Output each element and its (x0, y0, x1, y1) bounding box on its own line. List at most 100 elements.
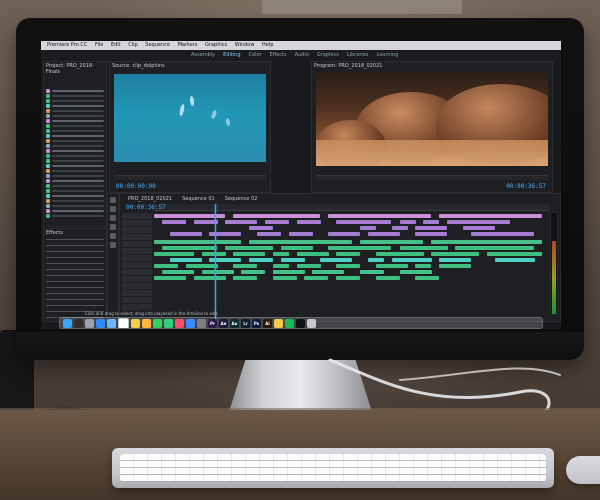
project-item[interactable] (46, 89, 104, 93)
mouse[interactable] (566, 456, 600, 484)
dock-app-icon[interactable] (296, 318, 305, 328)
timeline-clip[interactable] (400, 246, 448, 250)
timeline-clip[interactable] (297, 220, 321, 224)
project-item[interactable] (46, 184, 104, 188)
timeline-clip[interactable] (368, 232, 400, 236)
menu-item[interactable]: Sequence (145, 42, 170, 48)
playhead[interactable] (215, 204, 216, 319)
track-header[interactable] (122, 241, 152, 247)
timeline-clip[interactable] (312, 270, 344, 274)
timeline-clip[interactable] (376, 276, 400, 280)
track-header[interactable] (122, 220, 152, 226)
program-timecode[interactable]: 00:00:36:57 (506, 183, 546, 190)
project-item[interactable] (46, 149, 104, 153)
timeline-clip[interactable] (336, 276, 360, 280)
menu-item[interactable]: Help (262, 42, 273, 48)
timeline-timecode[interactable]: 00:00:36:57 (126, 204, 166, 211)
timeline-clip[interactable] (431, 252, 479, 256)
timeline-clip[interactable] (336, 264, 360, 268)
keyboard-keys[interactable] (120, 454, 546, 482)
timeline-clip[interactable] (447, 220, 510, 224)
project-item[interactable] (46, 189, 104, 193)
timeline-clip[interactable] (360, 270, 384, 274)
project-item[interactable] (46, 119, 104, 123)
timeline-clip[interactable] (154, 240, 241, 244)
menu-item[interactable]: File (95, 42, 103, 48)
tool-icon[interactable] (110, 224, 116, 230)
dock-app-icon[interactable] (197, 318, 206, 328)
timeline-clip[interactable] (249, 240, 352, 244)
dock-app-icon[interactable] (307, 318, 316, 328)
timeline-clip[interactable] (162, 246, 217, 250)
track-header[interactable] (122, 269, 152, 275)
timeline-clip[interactable] (400, 270, 432, 274)
menu-item[interactable]: Markers (178, 42, 198, 48)
project-item[interactable] (46, 164, 104, 168)
timeline-clip[interactable] (154, 276, 186, 280)
program-video-frame[interactable] (316, 72, 548, 166)
track-header[interactable] (122, 213, 152, 219)
timeline-clip[interactable] (202, 270, 234, 274)
project-item[interactable] (46, 114, 104, 118)
dock-app-icon[interactable] (118, 318, 129, 328)
timeline-clip[interactable] (495, 258, 535, 262)
dock-app-icon[interactable]: Au (230, 318, 239, 328)
timeline-clip[interactable] (249, 258, 273, 262)
menu-item[interactable]: Edit (111, 42, 121, 48)
workspace-tab[interactable]: Libraries (347, 52, 369, 59)
timeline-clip[interactable] (162, 220, 186, 224)
track-header[interactable] (122, 262, 152, 268)
timeline-clip[interactable] (439, 264, 471, 268)
project-item[interactable] (46, 109, 104, 113)
dock-app-icon[interactable] (142, 318, 151, 328)
timeline-clip[interactable] (154, 264, 178, 268)
timeline-clip[interactable] (273, 276, 297, 280)
track-header[interactable] (122, 297, 152, 303)
timeline-clip[interactable] (439, 214, 542, 218)
timeline-clip[interactable] (423, 220, 439, 224)
menu-item[interactable]: Graphics (205, 42, 227, 48)
timeline-clip[interactable] (431, 240, 542, 244)
timeline-clip[interactable] (233, 264, 257, 268)
track-header[interactable] (122, 304, 152, 310)
sequence-tab[interactable]: Sequence 01 (182, 196, 215, 202)
project-bin-list[interactable] (46, 88, 104, 224)
timeline-clip[interactable] (273, 252, 289, 256)
workspace-tab[interactable]: Effects (270, 52, 287, 59)
track-header[interactable] (122, 290, 152, 296)
dock-app-icon[interactable] (74, 318, 83, 328)
timeline-clip[interactable] (249, 226, 273, 230)
dock-app-icon[interactable] (107, 318, 116, 328)
dock-app-icon[interactable] (285, 318, 294, 328)
track-header[interactable] (122, 234, 152, 240)
dock-app-icon[interactable] (175, 318, 184, 328)
timeline-clip[interactable] (400, 220, 416, 224)
timeline-clip[interactable] (273, 270, 305, 274)
dock-app-icon[interactable]: Lr (241, 318, 250, 328)
timeline-clip[interactable] (392, 258, 432, 262)
timeline-clip[interactable] (368, 258, 384, 262)
project-item[interactable] (46, 129, 104, 133)
project-item[interactable] (46, 169, 104, 173)
timeline-clip[interactable] (194, 276, 226, 280)
project-item[interactable] (46, 124, 104, 128)
timeline-clip[interactable] (336, 252, 360, 256)
dock-app-icon[interactable] (85, 318, 94, 328)
project-item[interactable] (46, 194, 104, 198)
timeline-clip[interactable] (170, 258, 202, 262)
project-item[interactable] (46, 139, 104, 143)
source-video-frame[interactable] (114, 74, 266, 162)
project-item[interactable] (46, 174, 104, 178)
dock-app-icon[interactable] (164, 318, 173, 328)
timeline-clip[interactable] (463, 226, 495, 230)
tool-icon[interactable] (110, 233, 116, 239)
sequence-tab[interactable]: Sequence 02 (225, 196, 258, 202)
timeline-clip[interactable] (225, 246, 273, 250)
timeline-clip[interactable] (360, 226, 376, 230)
timeline-clip[interactable] (233, 276, 257, 280)
timeline-clip[interactable] (225, 220, 257, 224)
timeline-clip[interactable] (376, 264, 408, 268)
project-item[interactable] (46, 214, 104, 218)
menu-item[interactable]: Clip (128, 42, 137, 48)
dock-app-icon[interactable] (63, 318, 72, 328)
